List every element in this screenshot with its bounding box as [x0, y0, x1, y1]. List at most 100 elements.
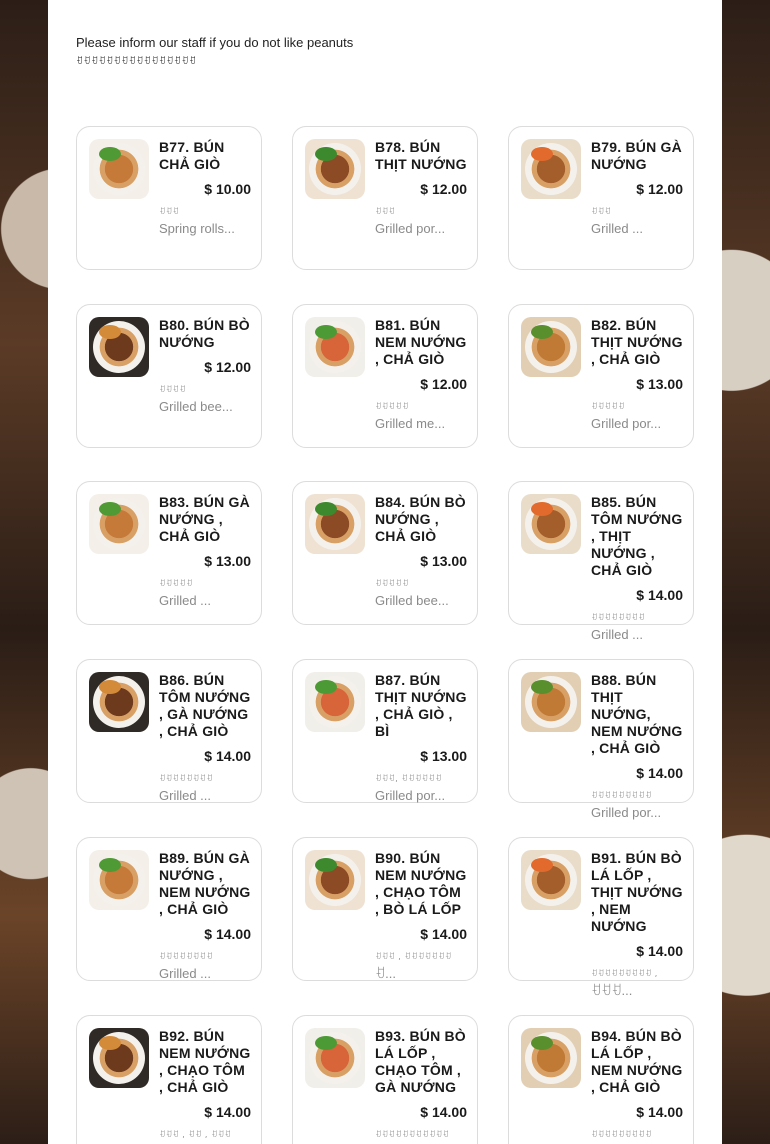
menu-item-description: Grilled ...: [591, 627, 644, 642]
menu-item-local-description: ꀀꀀꀀꀀꀀꀀꀀꀀ: [591, 613, 645, 622]
menu-item-card[interactable]: B90. BÚN NEM NƯỚNG , CHẠO TÔM , BÒ LÁ LỐ…: [292, 837, 478, 981]
menu-item-name: B83. BÚN GÀ NƯỚNG , CHẢ GIÒ: [159, 494, 250, 544]
menu-item-card[interactable]: B87. BÚN THỊT NƯỚNG , CHẢ GIÒ , BÌ $ 13.0…: [292, 659, 478, 803]
menu-item-card[interactable]: B83. BÚN GÀ NƯỚNG , CHẢ GIÒ $ 13.00 ꀀꀀꀀꀀꀀ G…: [76, 481, 262, 625]
menu-item-price: $ 14.00: [636, 943, 683, 959]
menu-item-local-description: ꀀꀀꀀꀀꀀꀀꀀꀀꀀ: [591, 1130, 652, 1139]
menu-item-price: $ 12.00: [204, 359, 251, 375]
menu-item-card[interactable]: B86. BÚN TÔM NƯỚNG , GÀ NƯỚNG , CHẢ GIÒ $…: [76, 659, 262, 803]
menu-item-description: Grilled ...: [591, 221, 644, 236]
menu-item-description: Grilled ...: [159, 966, 212, 981]
menu-item-price: $ 14.00: [204, 748, 251, 764]
menu-item-description: Grilled bee...: [159, 399, 233, 414]
menu-item-card[interactable]: B82. BÚN THỊT NƯỚNG , CHẢ GIÒ $ 13.00 ꀀꀀꀀꀀ…: [508, 304, 694, 448]
notice-message: Please inform our staff if you do not li…: [76, 35, 354, 50]
menu-item-info: B91. BÚN BÒ LÁ LỐP , THỊT NƯỚNG , NEM NƯ…: [591, 850, 683, 999]
menu-item-photo[interactable]: [305, 139, 365, 199]
menu-item-card[interactable]: B81. BÚN NEM NƯỚNG , CHẢ GIÒ $ 12.00 ꀀꀀꀀꀀꀀ…: [292, 304, 478, 448]
menu-item-price: $ 14.00: [636, 587, 683, 603]
menu-item-photo[interactable]: [89, 494, 149, 554]
menu-item-photo[interactable]: [521, 317, 581, 377]
menu-item-name: B85. BÚN TÔM NƯỚNG , THỊT NƯỚNG , CHẢ GI…: [591, 494, 683, 578]
peanut-notice: Please inform our staff if you do not li…: [76, 18, 353, 69]
menu-item-name: B92. BÚN NEM NƯỚNG , CHẠO TÔM , CHẢ GIÒ: [159, 1028, 251, 1095]
menu-item-card[interactable]: B79. BÚN GÀ NƯỚNG $ 12.00 ꀀꀀꀀ Grilled ...: [508, 126, 694, 270]
menu-item-photo[interactable]: [521, 139, 581, 199]
menu-item-card[interactable]: B89. BÚN GÀ NƯỚNG , NEM NƯỚNG , CHẢ GIÒ $…: [76, 837, 262, 981]
menu-item-name: B90. BÚN NEM NƯỚNG , CHẠO TÔM , BÒ LÁ LỐ…: [375, 850, 467, 917]
menu-item-card[interactable]: B88. BÚN THỊT NƯỚNG, NEM NƯỚNG , CHẢ GIÒ…: [508, 659, 694, 820]
menu-item-info: B92. BÚN NEM NƯỚNG , CHẠO TÔM , CHẢ GIÒ $…: [159, 1028, 251, 1143]
menu-item-photo[interactable]: [89, 672, 149, 732]
menu-item-info: B93. BÚN BÒ LÁ LỐP , CHẠO TÔM , GÀ NƯỚNG…: [375, 1028, 467, 1143]
menu-item-card[interactable]: B91. BÚN BÒ LÁ LỐP , THỊT NƯỚNG , NEM NƯ…: [508, 837, 694, 998]
menu-item-info: B82. BÚN THỊT NƯỚNG , CHẢ GIÒ $ 13.00 ꀀꀀꀀꀀ…: [591, 317, 683, 432]
menu-item-price: $ 12.00: [636, 181, 683, 197]
menu-item-photo[interactable]: [305, 494, 365, 554]
notice-glyph: [76, 18, 353, 32]
menu-item-info: B83. BÚN GÀ NƯỚNG , CHẢ GIÒ $ 13.00 ꀀꀀꀀꀀꀀ G…: [159, 494, 251, 609]
menu-item-local-description: ꀀꀀꀀꀀꀀ: [159, 579, 193, 588]
menu-item-info: B81. BÚN NEM NƯỚNG , CHẢ GIÒ $ 12.00 ꀀꀀꀀꀀꀀ…: [375, 317, 467, 432]
menu-item-name: B78. BÚN THỊT NƯỚNG: [375, 139, 467, 172]
menu-item-photo[interactable]: [521, 494, 581, 554]
menu-item-photo[interactable]: [89, 1028, 149, 1088]
menu-item-photo[interactable]: [521, 850, 581, 910]
menu-item-photo[interactable]: [89, 139, 149, 199]
menu-item-description: Grilled ...: [159, 788, 212, 803]
menu-item-price: $ 14.00: [636, 1104, 683, 1120]
menu-item-price: $ 12.00: [420, 376, 467, 392]
menu-item-price: $ 14.00: [636, 765, 683, 781]
menu-item-local-description: ꀀꀀꀀ , ꀀꀀꀀꀀꀀꀀꀀ: [375, 952, 452, 961]
menu-item-photo[interactable]: [521, 672, 581, 732]
menu-item-local-description: ꀀꀀꀀꀀꀀꀀꀀꀀꀀ ,: [591, 969, 658, 978]
menu-item-info: B84. BÚN BÒ NƯỚNG , CHẢ GIÒ $ 13.00 ꀀꀀꀀꀀꀀ G…: [375, 494, 467, 609]
menu-item-info: B89. BÚN GÀ NƯỚNG , NEM NƯỚNG , CHẢ GIÒ $…: [159, 850, 251, 982]
menu-item-photo[interactable]: [305, 850, 365, 910]
menu-item-local-description: ꀀꀀꀀ: [591, 207, 612, 216]
menu-item-card[interactable]: B80. BÚN BÒ NƯỚNG $ 12.00 ꀀꀀꀀꀀ Grilled bee.…: [76, 304, 262, 448]
menu-item-info: B87. BÚN THỊT NƯỚNG , CHẢ GIÒ , BÌ $ 13.0…: [375, 672, 467, 804]
menu-item-photo[interactable]: [305, 317, 365, 377]
menu-item-name: B81. BÚN NEM NƯỚNG , CHẢ GIÒ: [375, 317, 467, 367]
menu-item-name: B89. BÚN GÀ NƯỚNG , NEM NƯỚNG , CHẢ GIÒ: [159, 850, 251, 917]
menu-item-price: $ 13.00: [420, 748, 467, 764]
menu-item-price: $ 14.00: [204, 1104, 251, 1120]
menu-item-local-description: ꀀꀀꀀ: [375, 207, 396, 216]
menu-item-price: $ 12.00: [420, 181, 467, 197]
menu-item-photo[interactable]: [89, 317, 149, 377]
menu-item-name: B91. BÚN BÒ LÁ LỐP , THỊT NƯỚNG , NEM NƯ…: [591, 850, 683, 934]
menu-item-card[interactable]: B93. BÚN BÒ LÁ LỐP , CHẠO TÔM , GÀ NƯỚNG…: [292, 1015, 478, 1144]
menu-item-description: Grilled por...: [591, 416, 662, 431]
menu-item-card[interactable]: B78. BÚN THỊT NƯỚNG $ 12.00 ꀀꀀꀀ Grilled por…: [292, 126, 478, 270]
menu-item-local-description: ꀀꀀꀀꀀꀀꀀꀀꀀ: [159, 952, 213, 961]
menu-item-card[interactable]: B84. BÚN BÒ NƯỚNG , CHẢ GIÒ $ 13.00 ꀀꀀꀀꀀꀀ G…: [292, 481, 478, 625]
menu-item-photo[interactable]: [305, 1028, 365, 1088]
menu-item-card[interactable]: B77. BÚN CHẢ GIÒ $ 10.00 ꀀꀀꀀ Spring rolls..…: [76, 126, 262, 270]
menu-item-name: B94. BÚN BÒ LÁ LỐP , NEM NƯỚNG , CHẢ GIÒ: [591, 1028, 683, 1095]
menu-item-local-description: ꀀꀀꀀꀀ: [159, 385, 186, 394]
menu-item-name: B87. BÚN THỊT NƯỚNG , CHẢ GIÒ , BÌ: [375, 672, 467, 739]
menu-item-name: B86. BÚN TÔM NƯỚNG , GÀ NƯỚNG , CHẢ GIÒ: [159, 672, 251, 739]
menu-item-local-description: ꀀꀀꀀꀀꀀꀀꀀꀀꀀ: [591, 791, 652, 800]
menu-item-local-description: ꀀꀀꀀ, ꀀꀀꀀꀀꀀꀀ: [375, 774, 442, 783]
menu-item-card[interactable]: B92. BÚN NEM NƯỚNG , CHẠO TÔM , CHẢ GIÒ $…: [76, 1015, 262, 1144]
menu-item-info: B77. BÚN CHẢ GIÒ $ 10.00 ꀀꀀꀀ Spring rolls..…: [159, 139, 251, 237]
menu-item-info: B85. BÚN TÔM NƯỚNG , THỊT NƯỚNG , CHẢ GI…: [591, 494, 683, 643]
menu-item-name: B88. BÚN THỊT NƯỚNG, NEM NƯỚNG , CHẢ GIÒ: [591, 672, 683, 756]
menu-item-local-description: ꀀꀀꀀꀀꀀ: [375, 402, 409, 411]
menu-item-description: Grilled por...: [375, 221, 446, 236]
menu-item-local-description: ꀀꀀꀀꀀꀀ: [375, 579, 409, 588]
menu-item-photo[interactable]: [305, 672, 365, 732]
menu-item-photo[interactable]: [89, 850, 149, 910]
menu-item-card[interactable]: B94. BÚN BÒ LÁ LỐP , NEM NƯỚNG , CHẢ GIÒ…: [508, 1015, 694, 1144]
menu-item-local-description: ꀀꀀꀀꀀꀀꀀꀀꀀ: [159, 774, 213, 783]
menu-item-info: B94. BÚN BÒ LÁ LỐP , NEM NƯỚNG , CHẢ GIÒ…: [591, 1028, 683, 1143]
menu-item-description: Spring rolls...: [159, 221, 235, 236]
menu-item-price: $ 10.00: [204, 181, 251, 197]
menu-item-card[interactable]: B85. BÚN TÔM NƯỚNG , THỊT NƯỚNG , CHẢ GI…: [508, 481, 694, 642]
menu-item-photo[interactable]: [521, 1028, 581, 1088]
menu-item-description: ꀀ...: [375, 966, 396, 981]
menu-item-name: B84. BÚN BÒ NƯỚNG , CHẢ GIÒ: [375, 494, 466, 544]
menu-item-price: $ 13.00: [420, 553, 467, 569]
